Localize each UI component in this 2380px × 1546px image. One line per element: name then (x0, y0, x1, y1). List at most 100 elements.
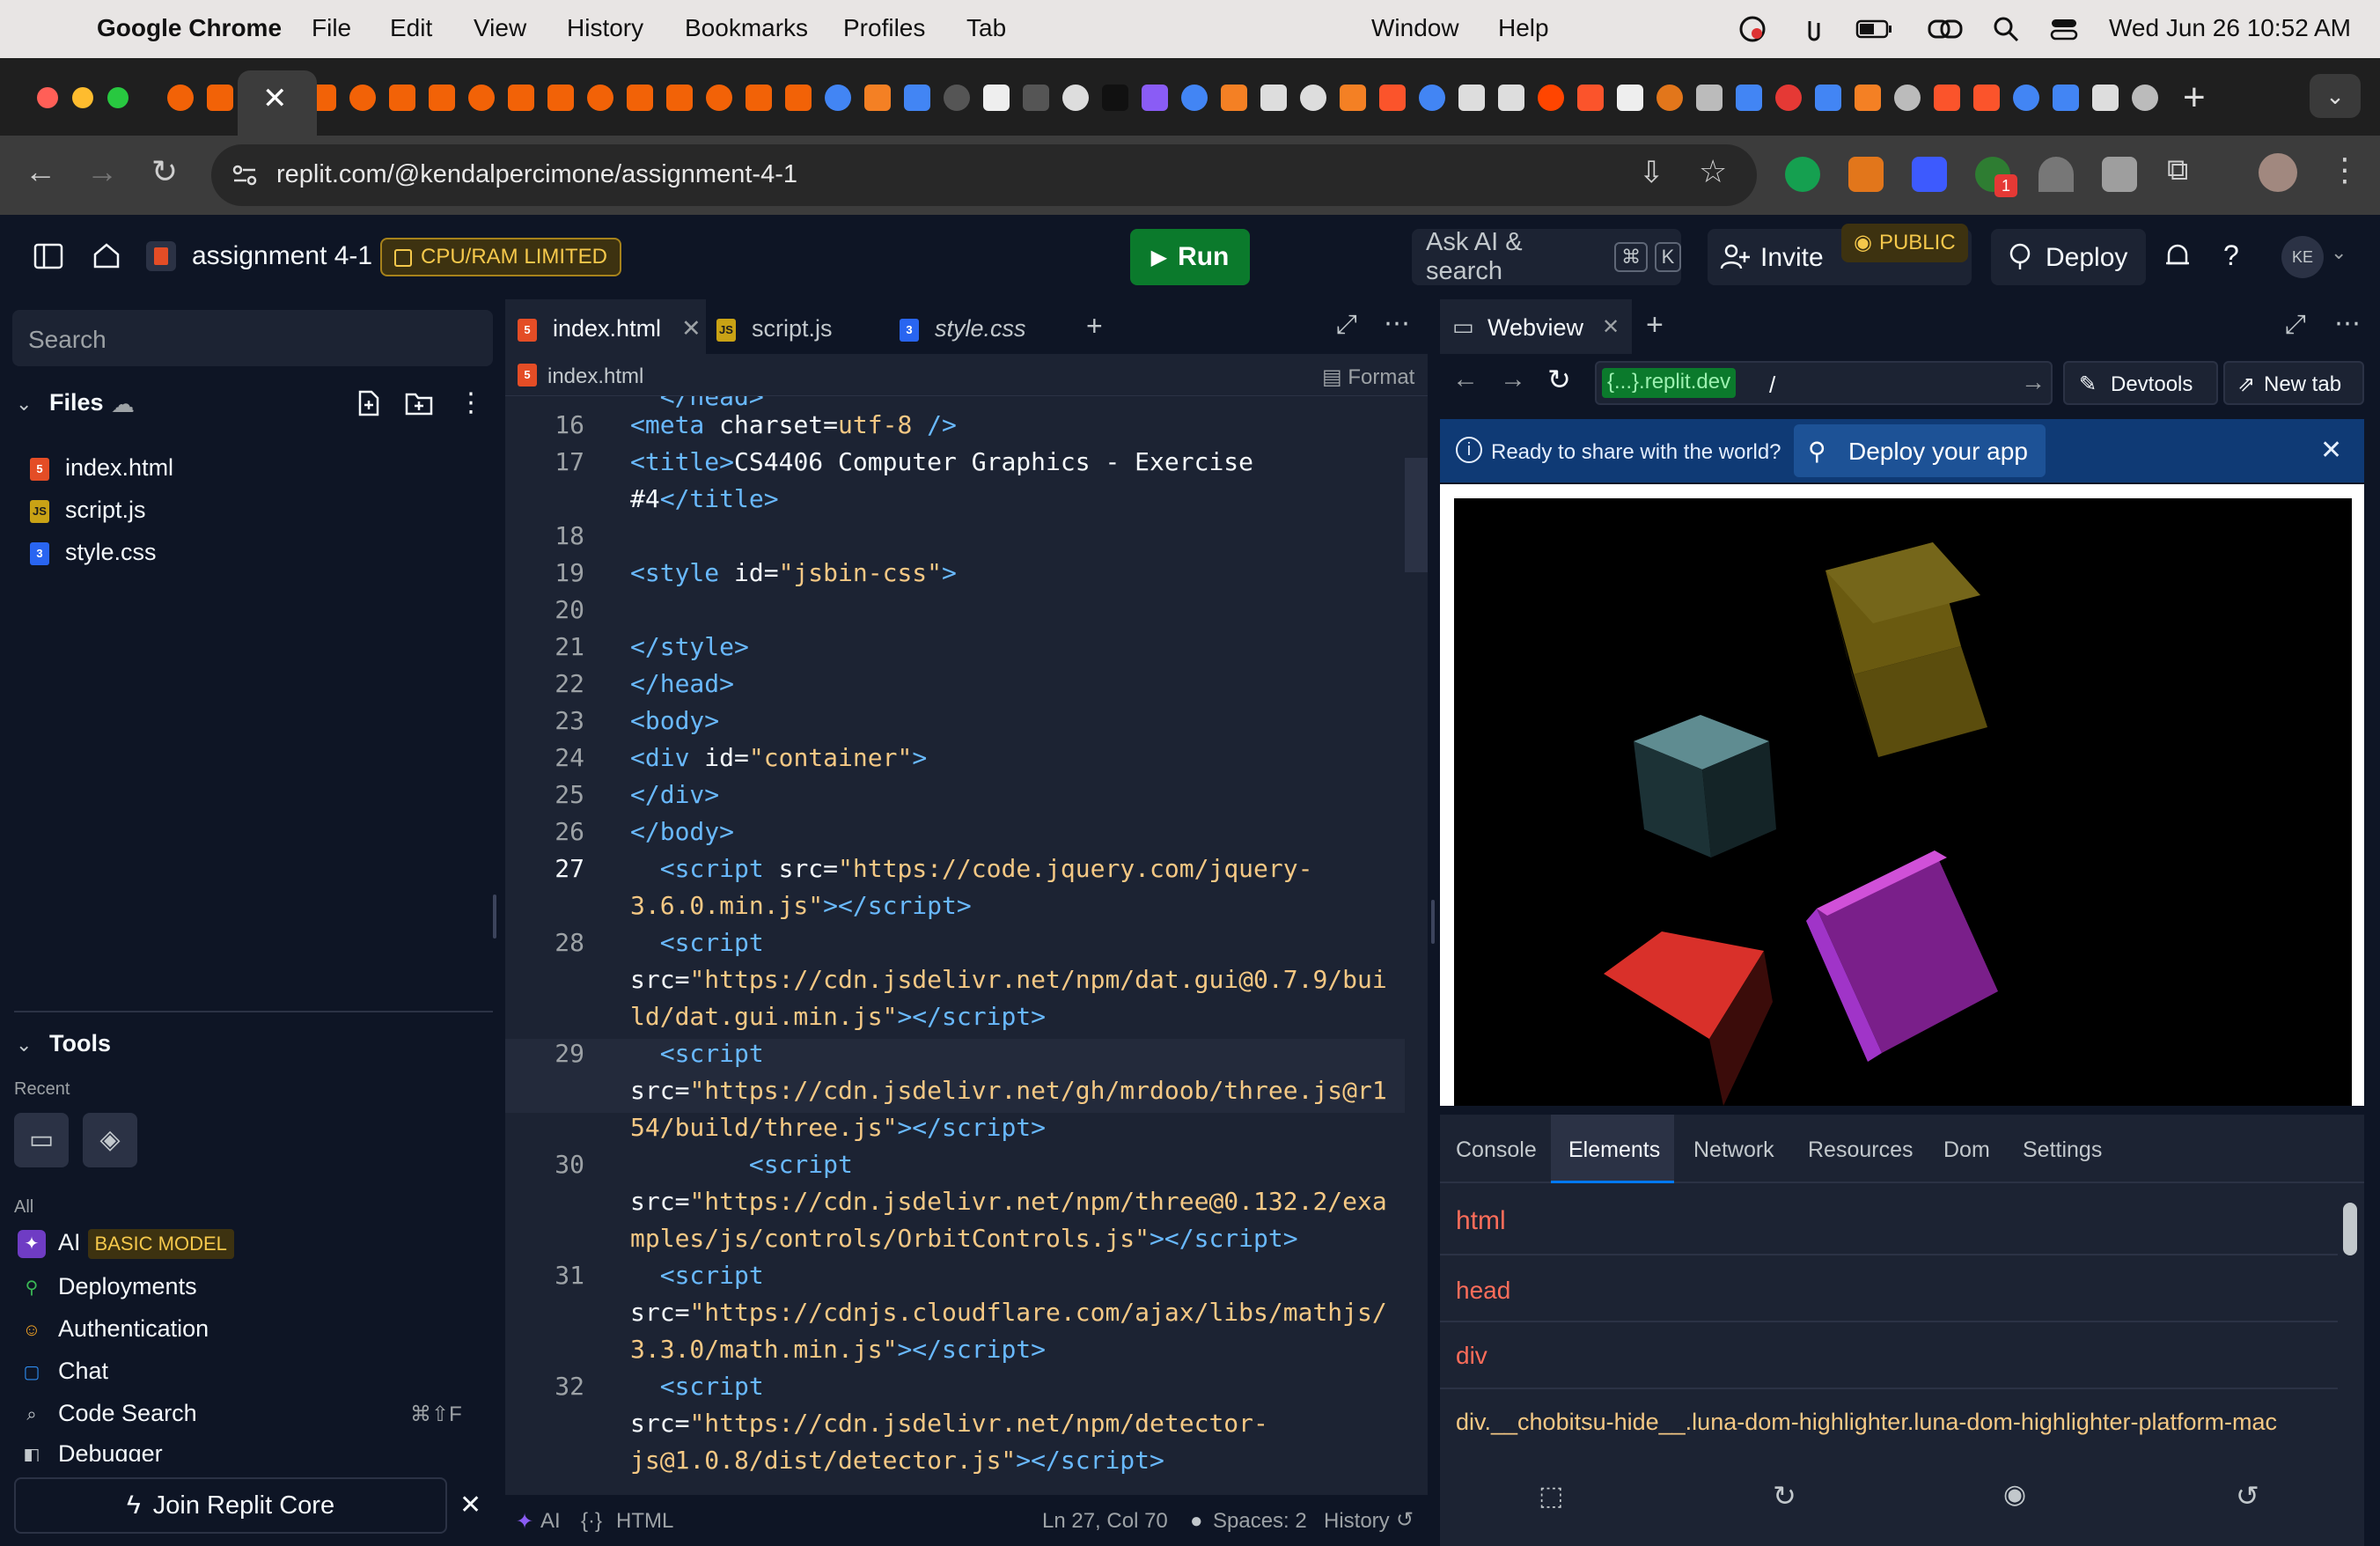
tools-chevron-icon[interactable]: ⌄ (16, 1034, 32, 1056)
reset-icon[interactable]: ↺ (2236, 1479, 2259, 1513)
sidebar-toggle-icon[interactable] (33, 243, 63, 269)
tab-favicon-icon[interactable] (706, 85, 732, 111)
tab-favicon-icon[interactable] (1419, 85, 1445, 111)
control-center-icon[interactable] (2049, 14, 2079, 44)
menu-help[interactable]: Help (1498, 14, 1549, 42)
deploy-your-app-button[interactable]: ⚲ Deploy your app (1794, 424, 2046, 477)
webview-more-icon[interactable]: ⋯ (2334, 308, 2361, 339)
tab-favicon-icon[interactable] (1260, 85, 1287, 111)
recent-webview-icon[interactable]: ▭ (14, 1113, 69, 1167)
tab-favicon-icon[interactable] (1775, 85, 1802, 111)
new-file-icon[interactable] (356, 389, 382, 417)
code-area[interactable]: </head> 16 <meta charset=utf-8 /> 17 <ti… (505, 396, 1428, 1497)
reload-icon[interactable]: ↻ (151, 153, 178, 190)
avatar-chevron-icon[interactable]: ⌄ (2331, 241, 2347, 264)
battery-icon[interactable] (1855, 14, 1894, 44)
deploy-button[interactable]: Deploy (1991, 229, 2146, 285)
menu-window[interactable]: Window (1371, 14, 1459, 42)
tools-heading[interactable]: Tools (49, 1030, 111, 1057)
url-go-arrow-icon[interactable]: → (2021, 368, 2046, 396)
tab-favicon-icon[interactable] (547, 85, 574, 111)
tab-favicon-icon[interactable] (1340, 85, 1366, 111)
chrome-menu-icon[interactable]: ⋮ (2329, 151, 2361, 188)
new-folder-icon[interactable] (405, 391, 433, 416)
tab-index-html[interactable]: 5 index.html ✕ (505, 299, 706, 354)
address-bar[interactable]: replit.com/@kendalpercimone/assignment-4… (211, 144, 1757, 206)
new-editor-tab-plus-icon[interactable]: + (1086, 299, 1103, 354)
menu-edit[interactable]: Edit (390, 14, 432, 42)
tab-favicon-icon[interactable] (508, 85, 534, 111)
status-language[interactable]: HTML (616, 1509, 673, 1534)
dismiss-core-close-icon[interactable]: ✕ (459, 1490, 481, 1520)
menu-bookmarks[interactable]: Bookmarks (685, 14, 808, 42)
tool-item-deployments[interactable]: ⚲ Deployments (18, 1273, 197, 1302)
menu-history[interactable]: History (567, 14, 643, 42)
refresh-elements-icon[interactable]: ↻ (1773, 1479, 1796, 1513)
arc-extension-icon[interactable] (2038, 157, 2074, 192)
tab-favicon-icon[interactable] (785, 85, 812, 111)
tab-favicon-icon[interactable] (1894, 85, 1921, 111)
extension-with-badge-icon[interactable]: 1 (1975, 157, 2017, 197)
status-ai[interactable]: AI (540, 1509, 561, 1534)
tab-favicon-icon[interactable] (1538, 85, 1564, 111)
install-app-icon[interactable]: ⇩ (1639, 155, 1664, 190)
tab-favicon-icon[interactable] (167, 85, 194, 111)
metamask-extension-icon[interactable] (1848, 157, 1884, 192)
tab-favicon-icon[interactable] (944, 85, 970, 111)
tab-script-js[interactable]: JS script.js (716, 299, 833, 354)
ask-ai-search-button[interactable]: Ask AI & search ⌘ K (1412, 228, 1681, 285)
show-element-eye-icon[interactable]: ◉ (2003, 1479, 2026, 1510)
run-button[interactable]: ▶ Run (1130, 229, 1250, 285)
back-arrow-icon[interactable]: ← (25, 153, 56, 190)
tab-favicon-icon[interactable] (627, 85, 653, 111)
format-button[interactable]: ▤ Format (1322, 364, 1414, 390)
menu-tab[interactable]: Tab (966, 14, 1006, 42)
tab-favicon-icon[interactable] (1973, 85, 2000, 111)
window-close-button[interactable] (37, 87, 58, 108)
tab-search-chevron-icon[interactable]: ⌄ (2310, 74, 2361, 118)
profile-avatar-icon[interactable] (2259, 153, 2297, 192)
bell-icon[interactable] (2163, 241, 2192, 271)
sidebar-search-input[interactable]: Search (12, 310, 493, 366)
generic-extension-icon[interactable] (2102, 157, 2137, 192)
element-div-highlighter[interactable]: div.__chobitsu-hide__.luna-dom-highlight… (1456, 1409, 2277, 1436)
tab-favicon-icon[interactable] (1300, 85, 1326, 111)
join-replit-core-button[interactable]: ϟ Join Replit Core (14, 1477, 447, 1534)
tab-favicon-icon[interactable] (1498, 85, 1524, 111)
tab-favicon-icon[interactable] (1696, 85, 1723, 111)
breadcrumb[interactable]: index.html (547, 364, 643, 389)
tab-favicon-icon[interactable] (746, 85, 772, 111)
tab-favicon-icon[interactable] (587, 85, 613, 111)
devtools-tab-dom[interactable]: Dom (1943, 1115, 1990, 1183)
user-avatar[interactable]: KE (2281, 236, 2324, 278)
tab-favicon-icon[interactable] (2013, 85, 2039, 111)
tab-favicon-icon[interactable] (468, 85, 495, 111)
webview-forward-icon[interactable]: → (1500, 364, 1526, 394)
devtools-button[interactable]: ✎ Devtools (2063, 361, 2218, 405)
tab-favicon-icon[interactable] (666, 85, 693, 111)
close-tab-x-icon[interactable]: ✕ (681, 315, 702, 342)
tab-favicon-icon[interactable] (2132, 85, 2158, 111)
element-head[interactable]: head (1456, 1277, 1510, 1305)
help-question-icon[interactable]: ? (2223, 239, 2239, 272)
new-pane-tab-plus-icon[interactable]: + (1646, 308, 1664, 342)
tab-favicon-icon[interactable] (1617, 85, 1643, 111)
reader-extension-icon[interactable] (1912, 157, 1947, 192)
new-tab-plus-icon[interactable]: + (2183, 76, 2206, 120)
window-minimize-button[interactable] (72, 87, 93, 108)
webview-url-input[interactable]: {...}.replit.dev / → (1595, 361, 2053, 405)
menu-profiles[interactable]: Profiles (843, 14, 925, 42)
sidebar-resize-handle[interactable] (493, 894, 496, 939)
spotlight-search-icon[interactable] (1991, 14, 2021, 44)
forward-arrow-icon[interactable]: → (86, 153, 118, 190)
select-element-icon[interactable]: ⬚ (1539, 1481, 1563, 1512)
tab-favicon-icon[interactable] (1656, 85, 1683, 111)
close-tab-icon[interactable]: ✕ (262, 81, 288, 116)
editor-scrollbar-track[interactable] (1405, 396, 1428, 1497)
files-chevron-icon[interactable]: ⌄ (16, 393, 32, 416)
tab-favicon-icon[interactable] (1023, 85, 1049, 111)
pane-resize-handle[interactable] (1431, 900, 1435, 944)
tab-favicon-icon[interactable] (1062, 85, 1089, 111)
editor-more-icon[interactable]: ⋯ (1384, 299, 1410, 354)
tab-favicon-icon[interactable] (983, 85, 1010, 111)
